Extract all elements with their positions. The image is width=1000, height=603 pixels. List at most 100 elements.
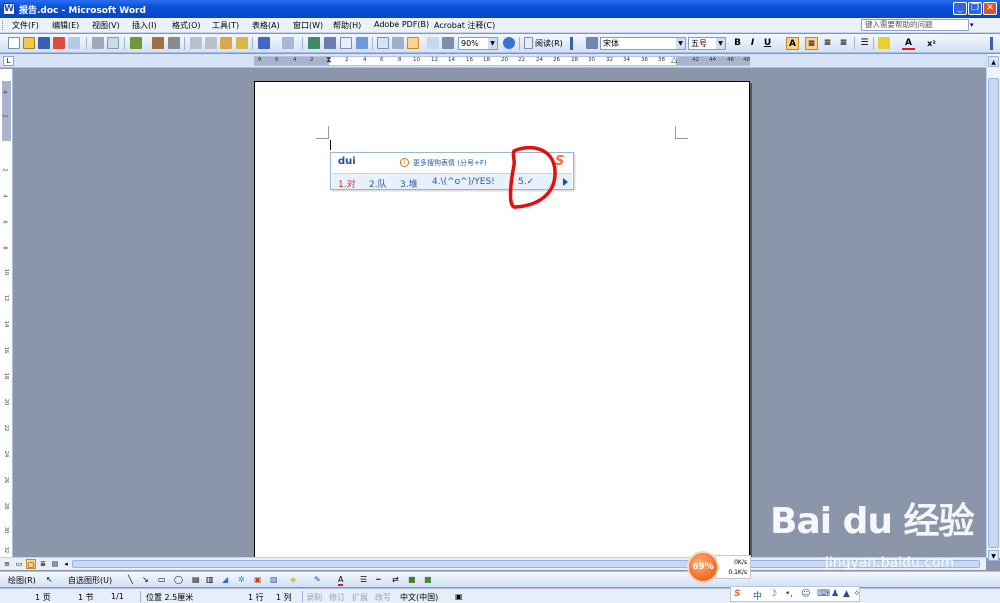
format-painter-icon[interactable] [236,37,248,49]
permission-icon[interactable] [68,37,80,49]
menu-view[interactable]: 视图(V) [92,20,120,31]
status-extend[interactable]: 扩展 [352,592,368,603]
help-icon[interactable] [503,37,515,49]
print-icon[interactable] [92,37,104,49]
italic-button[interactable]: I [746,37,759,50]
font-select[interactable]: 宋体 ▼ [600,37,686,50]
ime-candidate[interactable]: 2.队 [369,177,387,190]
right-indent-marker-icon[interactable]: △ [671,55,677,64]
ime-next-page-icon[interactable] [563,178,568,186]
research-icon[interactable] [152,37,164,49]
ime-mode[interactable]: 中 [753,589,762,602]
help-question-input[interactable]: 键入需要帮助的问题 [861,19,969,31]
drawbar-font-color-icon[interactable]: A [338,575,344,586]
font-size-select[interactable]: 五号 ▼ [688,37,726,50]
reading-view-icon[interactable]: ▤ [50,559,60,569]
shadow-icon[interactable]: ■ [408,575,416,584]
web-view-icon[interactable]: ▭ [14,559,24,569]
hyperlink-icon[interactable] [308,37,320,49]
indent-marker-icon[interactable]: ⧗ [326,55,332,65]
fill-color-icon[interactable]: ◈ [290,575,296,584]
menubar-grip[interactable] [2,21,4,30]
styles-icon[interactable] [586,37,598,49]
vertical-textbox-icon[interactable]: ▥ [206,575,214,584]
oval-tool-icon[interactable]: ◯ [174,575,183,584]
paragraph-icon[interactable] [442,37,454,49]
read-icon[interactable] [524,37,533,49]
arrow-tool-icon[interactable]: ↘ [142,575,149,584]
select-objects-icon[interactable]: ↖ [46,575,53,584]
clipart-icon[interactable]: ▣ [254,575,262,584]
copy-icon[interactable] [205,37,217,49]
open-folder-icon[interactable] [23,37,35,49]
line-style-icon[interactable]: ☰ [360,575,367,584]
status-overtype[interactable]: 改写 [375,592,391,603]
close-button[interactable]: ✕ [983,2,997,15]
settings-icon[interactable]: ✧ [853,589,861,599]
show-hide-icon[interactable] [427,37,439,49]
line-tool-icon[interactable]: ╲ [128,575,133,584]
ime-more-emoji-hint[interactable]: 更多搜狗表情 (分号+F) [413,158,487,168]
vertical-scrollbar[interactable]: ▲ ▼ [986,54,1000,561]
bold-button[interactable]: B [731,37,744,50]
paste-icon[interactable] [220,37,232,49]
vertical-scroll-thumb[interactable] [988,78,999,548]
3d-icon[interactable]: ■ [424,575,432,584]
skin-icon[interactable]: ▲ [843,589,850,599]
line-color-icon[interactable]: ✎ [314,575,321,584]
ime-candidate[interactable]: 1.对 [338,177,356,190]
document-map-icon[interactable] [407,37,419,49]
font-size-dropdown-icon[interactable]: ▼ [716,38,725,49]
menu-insert[interactable]: 插入(I) [132,20,157,31]
ime-candidate[interactable]: 3.堆 [400,177,418,190]
menu-tools[interactable]: 工具(T) [212,20,239,31]
spelling-icon[interactable] [130,37,142,49]
print-preview-icon[interactable] [107,37,119,49]
menu-edit[interactable]: 编辑(E) [52,20,79,31]
word-app-icon[interactable]: W [3,3,15,15]
spelling-status-icon[interactable]: ▣ [455,592,463,601]
char-border-button[interactable]: A [786,37,799,50]
menu-format[interactable]: 格式(O) [172,20,201,31]
pdf-icon[interactable] [53,37,65,49]
align-right-icon[interactable]: ≡ [837,37,850,50]
outline-view-icon[interactable]: ≣ [38,559,48,569]
net-speed-widget[interactable]: 0K/s 0.1K/s 69% [687,551,763,583]
menu-acrobat-comments[interactable]: Acrobat 注释(C) [434,20,495,31]
print-view-icon[interactable]: ▢ [26,559,36,569]
autoshapes-button[interactable]: 自选图形(U) [68,575,112,586]
normal-view-icon[interactable]: ≡ [2,559,12,569]
ime-candidate[interactable]: 4.\(^o^)/YES! [432,177,495,187]
insert-table-icon[interactable] [340,37,352,49]
font-dropdown-icon[interactable]: ▼ [676,38,685,49]
dash-style-icon[interactable]: ┅ [376,575,381,584]
insert-excel-icon[interactable] [356,37,368,49]
align-center-icon[interactable]: ≡ [821,37,834,50]
rectangle-tool-icon[interactable]: ▭ [158,575,166,584]
picture-icon[interactable]: ▨ [270,575,278,584]
scroll-left-icon[interactable]: ◂ [61,559,71,569]
font-color-icon[interactable]: A [902,37,915,50]
status-record[interactable]: 录制 [306,592,322,603]
menu-window[interactable]: 窗口(W) [293,20,323,31]
draw-menu-button[interactable]: 绘图(R) [8,575,36,586]
superscript-icon[interactable]: x² [925,37,938,50]
read-button[interactable]: 阅读(R) [535,38,563,49]
punctuation-icon[interactable]: •, [785,589,793,599]
textbox-tool-icon[interactable]: ▤ [192,575,200,584]
restore-button[interactable]: ❐ [968,2,982,15]
permission-book-icon[interactable] [168,37,180,49]
redo-icon[interactable] [282,37,294,49]
half-width-icon[interactable]: ☽ [769,589,777,599]
underline-button[interactable]: U [761,37,774,50]
scroll-up-icon[interactable]: ▲ [988,56,999,67]
zoom-select[interactable]: 90% ▼ [458,37,498,50]
undo-icon[interactable] [258,37,270,49]
diagram-icon[interactable]: ✲ [238,575,245,584]
tab-selector[interactable]: L [3,56,14,66]
sogou-icon[interactable]: S [734,589,740,599]
save-icon[interactable] [38,37,50,49]
bullets-icon[interactable]: ☰ [858,37,871,50]
align-left-icon[interactable]: ≡ [805,37,818,50]
wordart-icon[interactable]: ◢ [222,575,228,584]
